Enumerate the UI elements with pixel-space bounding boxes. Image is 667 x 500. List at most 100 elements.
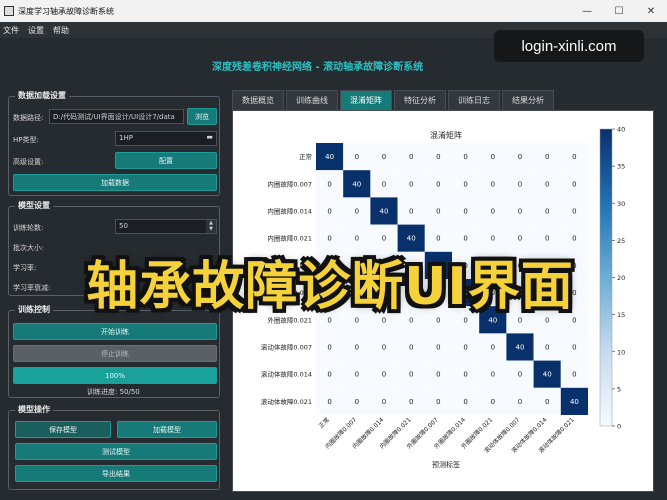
watermark: login-xinli.com [494,30,644,62]
menu-file[interactable]: 文件 [0,25,25,36]
app-icon [4,6,14,16]
cell-value: 0 [518,180,522,188]
colorbar-tick-label: 30 [617,200,625,208]
hp-label: HP类型: [13,136,39,144]
epochs-value: 50 [119,222,128,230]
stop-training-button[interactable]: 停止训练 [13,345,217,362]
cell-value: 0 [409,180,413,188]
cell-value: 0 [491,153,495,161]
cell-value: 40 [516,344,525,352]
load-data-button[interactable]: 加载数据 [13,174,217,191]
cell-value: 0 [382,153,386,161]
cell-value: 40 [570,398,579,406]
cell-value: 0 [436,208,440,216]
cell-value: 0 [409,344,413,352]
config-button[interactable]: 配置 [115,152,217,169]
advanced-label: 高级设置: [13,158,44,166]
cell-value: 0 [491,398,495,406]
banner-text: 轴承故障诊断UI界面 [86,256,574,317]
close-icon[interactable]: ✕ [635,6,667,17]
epochs-label: 训练轮数: [13,224,44,232]
cell-value: 0 [491,180,495,188]
cell-value: 0 [463,180,467,188]
cell-value: 0 [518,208,522,216]
cell-value: 0 [491,344,495,352]
colorbar-tick-label: 0 [617,423,621,431]
cell-value: 0 [436,371,440,379]
cell-value: 0 [572,153,576,161]
cell-value: 0 [518,153,522,161]
epochs-input[interactable]: 50 ▲ ▼ [115,219,217,234]
colorbar-tick-label: 5 [617,385,621,393]
row-tick-label: 正常 [299,152,312,161]
tab-bar: 数据概览 训练曲线 混淆矩阵 特征分析 训练日志 结果分析 [232,90,556,110]
window-title: 深度学习轴承故障诊断系统 [18,6,114,16]
cell-value: 0 [463,208,467,216]
row-tick-label: 滚动体故障0.007 [261,343,312,352]
tab-result-analysis[interactable]: 结果分析 [502,90,554,110]
cell-value: 0 [572,344,576,352]
app-window: 深度学习轴承故障诊断系统 — ☐ ✕ 文件 设置 帮助 深度残差卷积神经网络 -… [0,0,667,500]
start-training-button[interactable]: 开始训练 [13,323,217,340]
cell-value: 0 [382,371,386,379]
row-tick-label: 内圈故障0.014 [267,207,312,216]
cell-value: 0 [355,398,359,406]
path-input[interactable]: D:/代码测试/UI界面设计/UI设计7/data [49,109,184,124]
group-title: 模型操作 [15,404,53,415]
cell-value: 0 [382,344,386,352]
cell-value: 0 [409,208,413,216]
banner-overlay: 轴承故障诊断UI界面 [30,238,630,324]
minimize-icon[interactable]: — [571,6,603,17]
cell-value: 40 [380,208,389,216]
cell-value: 0 [463,398,467,406]
cell-value: 0 [409,153,413,161]
group-title: 数据加载设置 [15,90,69,101]
cell-value: 40 [325,153,334,161]
cell-value: 0 [409,398,413,406]
row-tick-label: 内圈故障0.007 [267,179,312,188]
cell-value: 0 [463,371,467,379]
row-tick-label: 滚动体故障0.021 [261,397,312,406]
hp-value: 1HP [119,134,133,142]
menu-settings[interactable]: 设置 [25,25,50,36]
colorbar-tick-label: 10 [617,348,625,356]
tab-training-log[interactable]: 训练日志 [448,90,500,110]
cell-value: 0 [382,398,386,406]
colorbar-tick-label: 35 [617,163,625,171]
maximize-icon[interactable]: ☐ [603,6,635,17]
spinner-arrows-icon[interactable]: ▲ ▼ [206,220,216,233]
tab-confusion-matrix[interactable]: 混淆矩阵 [340,90,392,110]
cell-value: 0 [436,398,440,406]
cell-value: 0 [518,371,522,379]
export-results-button[interactable]: 导出结果 [15,465,217,482]
tab-training-curve[interactable]: 训练曲线 [286,90,338,110]
cell-value: 0 [572,371,576,379]
progress-bar: 100% [13,367,217,384]
model-ops-group: 模型操作 保存模型 加载模型 测试模型 导出结果 [8,404,220,490]
x-axis-label: 预测标签 [432,460,460,469]
cell-value: 0 [545,153,549,161]
cell-value: 0 [436,153,440,161]
title-bar: 深度学习轴承故障诊断系统 — ☐ ✕ [0,0,667,22]
cell-value: 0 [545,180,549,188]
cell-value: 0 [572,180,576,188]
cell-value: 0 [518,398,522,406]
data-settings-group: 数据加载设置 数据路径: D:/代码测试/UI界面设计/UI设计7/data 浏… [8,90,220,196]
cell-value: 0 [409,371,413,379]
test-model-button[interactable]: 测试模型 [15,443,217,460]
save-model-button[interactable]: 保存模型 [15,421,111,438]
menu-help[interactable]: 帮助 [50,25,75,36]
load-model-button[interactable]: 加载模型 [117,421,217,438]
cell-value: 0 [382,180,386,188]
chart-title: 混淆矩阵 [430,130,462,140]
cell-value: 0 [436,180,440,188]
hp-select[interactable]: 1HP ▬ [115,131,217,146]
progress-text: 100% [104,371,125,380]
cell-value: 40 [543,371,552,379]
tab-feature-analysis[interactable]: 特征分析 [394,90,446,110]
progress-fill: 100% [14,368,216,383]
tab-data-overview[interactable]: 数据概览 [232,90,284,110]
cell-value: 0 [327,180,331,188]
browse-button[interactable]: 浏览 [187,108,217,125]
cell-value: 0 [327,344,331,352]
